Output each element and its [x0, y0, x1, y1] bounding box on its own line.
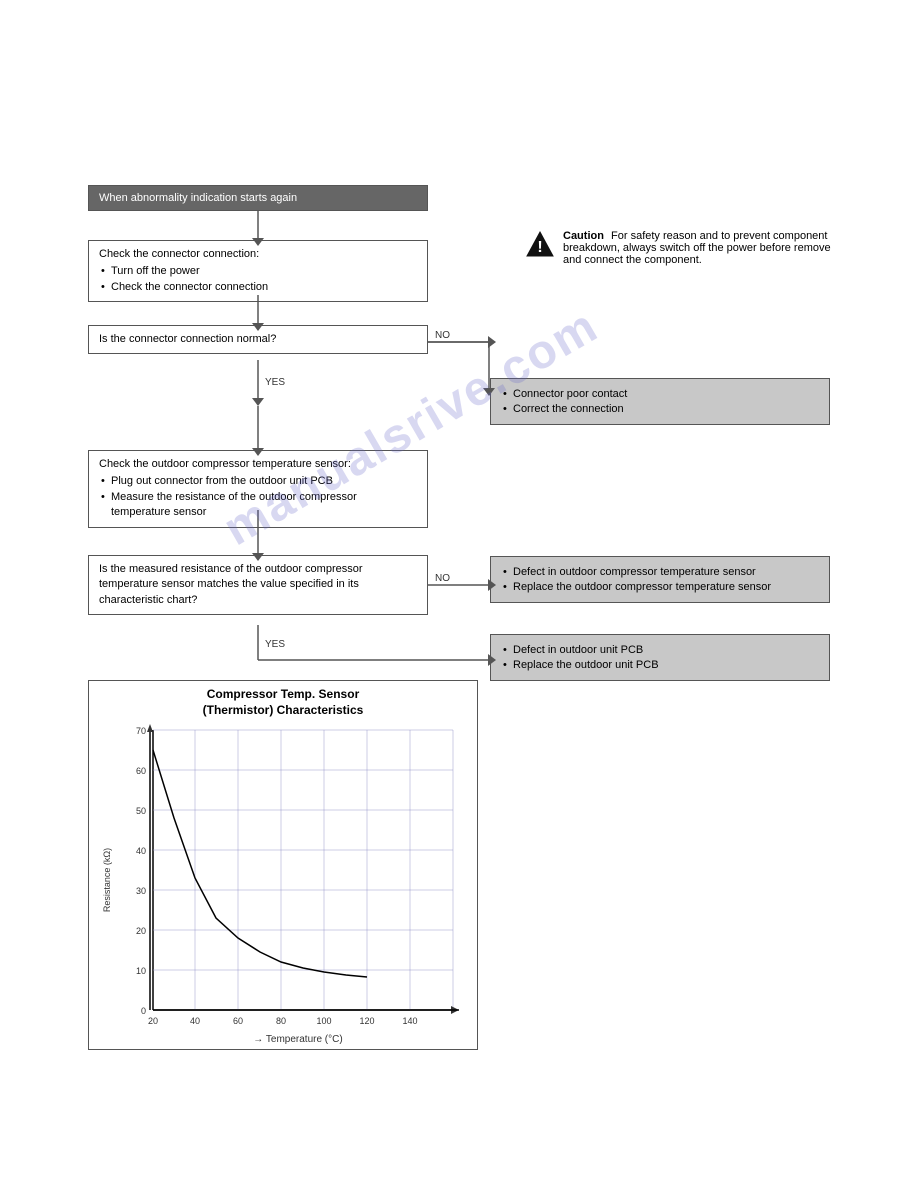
check-connector-item-1: Turn off the power: [99, 264, 417, 279]
check-connector-item-2: Check the connector connection: [99, 280, 417, 295]
check-sensor-box: Check the outdoor compressor temperature…: [88, 450, 428, 528]
svg-text:30: 30: [136, 886, 146, 896]
right-box-1-item-1: Connector poor contact: [501, 387, 819, 402]
caution-text: For safety reason and to prevent compone…: [563, 230, 831, 266]
right-box-2-list: Defect in outdoor compressor temperature…: [501, 565, 819, 596]
right-box-1-item-2: Correct the connection: [501, 402, 819, 417]
svg-text:→ Temperature (°C): → Temperature (°C): [253, 1034, 342, 1045]
svg-text:NO: NO: [435, 573, 450, 584]
question1-box: Is the connector connection normal?: [88, 325, 428, 354]
svg-text:20: 20: [148, 1016, 158, 1026]
svg-text:10: 10: [136, 966, 146, 976]
svg-text:0: 0: [141, 1006, 146, 1016]
svg-text:50: 50: [136, 806, 146, 816]
page: When abnormality indication starts again…: [0, 0, 918, 1188]
svg-text:80: 80: [276, 1016, 286, 1026]
check-sensor-title: Check the outdoor compressor temperature…: [99, 457, 417, 472]
chart-title: Compressor Temp. Sensor (Thermistor) Cha…: [89, 681, 477, 720]
svg-text:NO: NO: [435, 330, 450, 341]
caution-box: ! Caution For safety reason and to preve…: [525, 230, 845, 266]
right-box-1-list: Connector poor contact Correct the conne…: [501, 387, 819, 418]
caution-label: Caution: [563, 230, 604, 242]
svg-text:40: 40: [136, 846, 146, 856]
chart-svg: 0 10 20 30 40 50 60 70 20 40 60 80 100 1…: [98, 720, 468, 1050]
svg-text:!: !: [537, 239, 542, 256]
right-box-1: Connector poor contact Correct the conne…: [490, 378, 830, 425]
right-box-2-item-2: Replace the outdoor compressor temperatu…: [501, 580, 819, 595]
check-sensor-list: Plug out connector from the outdoor unit…: [99, 474, 417, 520]
check-connector-title: Check the connector connection:: [99, 247, 417, 262]
right-box-3-item-1: Defect in outdoor unit PCB: [501, 643, 819, 658]
right-box-3: Defect in outdoor unit PCB Replace the o…: [490, 634, 830, 681]
right-box-2-item-1: Defect in outdoor compressor temperature…: [501, 565, 819, 580]
start-box: When abnormality indication starts again: [88, 185, 428, 211]
right-box-2: Defect in outdoor compressor temperature…: [490, 556, 830, 603]
check-sensor-item-2: Measure the resistance of the outdoor co…: [99, 490, 417, 521]
svg-text:Resistance (kΩ): Resistance (kΩ): [102, 848, 112, 912]
svg-text:100: 100: [316, 1016, 331, 1026]
right-box-3-list: Defect in outdoor unit PCB Replace the o…: [501, 643, 819, 674]
caution-icon: !: [525, 230, 555, 258]
chart-container: Compressor Temp. Sensor (Thermistor) Cha…: [88, 680, 478, 1050]
right-box-3-item-2: Replace the outdoor unit PCB: [501, 658, 819, 673]
question1-text: Is the connector connection normal?: [99, 333, 276, 345]
check-connector-list: Turn off the power Check the connector c…: [99, 264, 417, 295]
svg-text:YES: YES: [265, 639, 285, 650]
check-connector-box: Check the connector connection: Turn off…: [88, 240, 428, 302]
svg-text:140: 140: [402, 1016, 417, 1026]
svg-text:60: 60: [233, 1016, 243, 1026]
svg-text:120: 120: [359, 1016, 374, 1026]
svg-text:YES: YES: [265, 377, 285, 388]
svg-text:40: 40: [190, 1016, 200, 1026]
question2-box: Is the measured resistance of the outdoo…: [88, 555, 428, 615]
check-sensor-item-1: Plug out connector from the outdoor unit…: [99, 474, 417, 489]
start-box-label: When abnormality indication starts again: [88, 185, 428, 211]
svg-text:70: 70: [136, 726, 146, 736]
svg-text:60: 60: [136, 766, 146, 776]
svg-text:20: 20: [136, 926, 146, 936]
question2-text: Is the measured resistance of the outdoo…: [99, 563, 363, 606]
